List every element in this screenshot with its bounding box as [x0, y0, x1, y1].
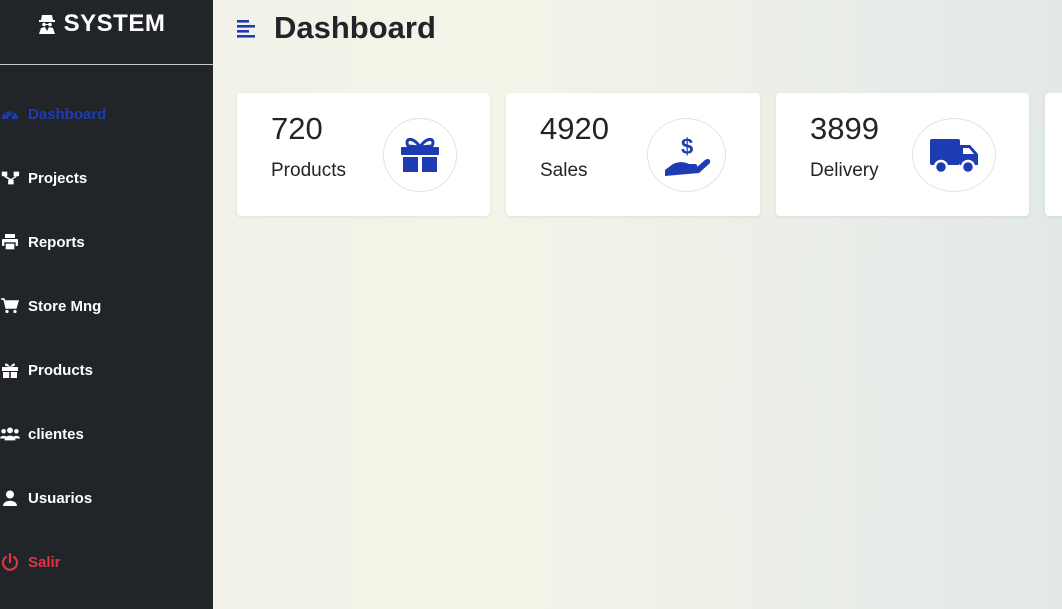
gift-icon: [383, 118, 457, 192]
page-title: Dashboard: [274, 10, 436, 45]
sidebar-item-label: clientes: [28, 425, 84, 443]
sidebar-item-label: Projects: [28, 169, 88, 187]
user-icon: [0, 489, 20, 507]
sidebar-item-label: Usuarios: [28, 489, 93, 507]
sidebar: SYSTEM Dashboard Projects Reports Store …: [0, 0, 213, 609]
page-header: Dashboard: [236, 8, 436, 48]
sidebar-item-products[interactable]: Products: [0, 358, 93, 382]
card-label: Products: [271, 160, 346, 181]
card-label: Sales: [540, 160, 588, 181]
brand-title: SYSTEM: [63, 10, 166, 37]
sidebar-item-label: Reports: [28, 233, 85, 251]
sidebar-item-label: Store Mng: [28, 297, 102, 315]
printer-icon: [0, 233, 20, 251]
sidebar-item-reports[interactable]: Reports: [0, 230, 85, 254]
sidebar-item-projects[interactable]: Projects: [0, 166, 87, 190]
stat-card-partial[interactable]: [1045, 93, 1062, 216]
sidebar-item-salir[interactable]: Salir: [0, 550, 61, 574]
sidebar-item-usuarios[interactable]: Usuarios: [0, 486, 92, 510]
hand-dollar-icon: $: [647, 118, 726, 192]
power-icon: [0, 553, 20, 571]
sitemap-icon: [0, 169, 20, 187]
cart-icon: [0, 297, 20, 315]
gift-icon: [0, 361, 20, 379]
card-label: Delivery: [810, 160, 879, 181]
sidebar-item-dashboard[interactable]: Dashboard: [0, 102, 106, 126]
tachometer-icon: [0, 105, 20, 123]
sidebar-item-label: Salir: [28, 553, 61, 571]
truck-icon: [912, 118, 996, 192]
stat-card-products[interactable]: 720 Products: [237, 93, 490, 216]
card-value: 720: [271, 111, 323, 146]
sidebar-item-label: Products: [28, 361, 94, 379]
card-value: 3899: [810, 111, 879, 146]
sidebar-item-label: Dashboard: [28, 105, 107, 123]
brand: SYSTEM: [0, 0, 213, 65]
svg-text:$: $: [681, 134, 693, 159]
stat-card-delivery[interactable]: 3899 Delivery: [776, 93, 1029, 216]
user-secret-icon: [36, 13, 58, 35]
stat-card-sales[interactable]: 4920 Sales $: [506, 93, 760, 216]
users-icon: [0, 425, 20, 443]
menu-align-icon[interactable]: [236, 18, 258, 38]
sidebar-item-clientes[interactable]: clientes: [0, 422, 84, 446]
sidebar-item-store-mng[interactable]: Store Mng: [0, 294, 101, 318]
card-value: 4920: [540, 111, 609, 146]
